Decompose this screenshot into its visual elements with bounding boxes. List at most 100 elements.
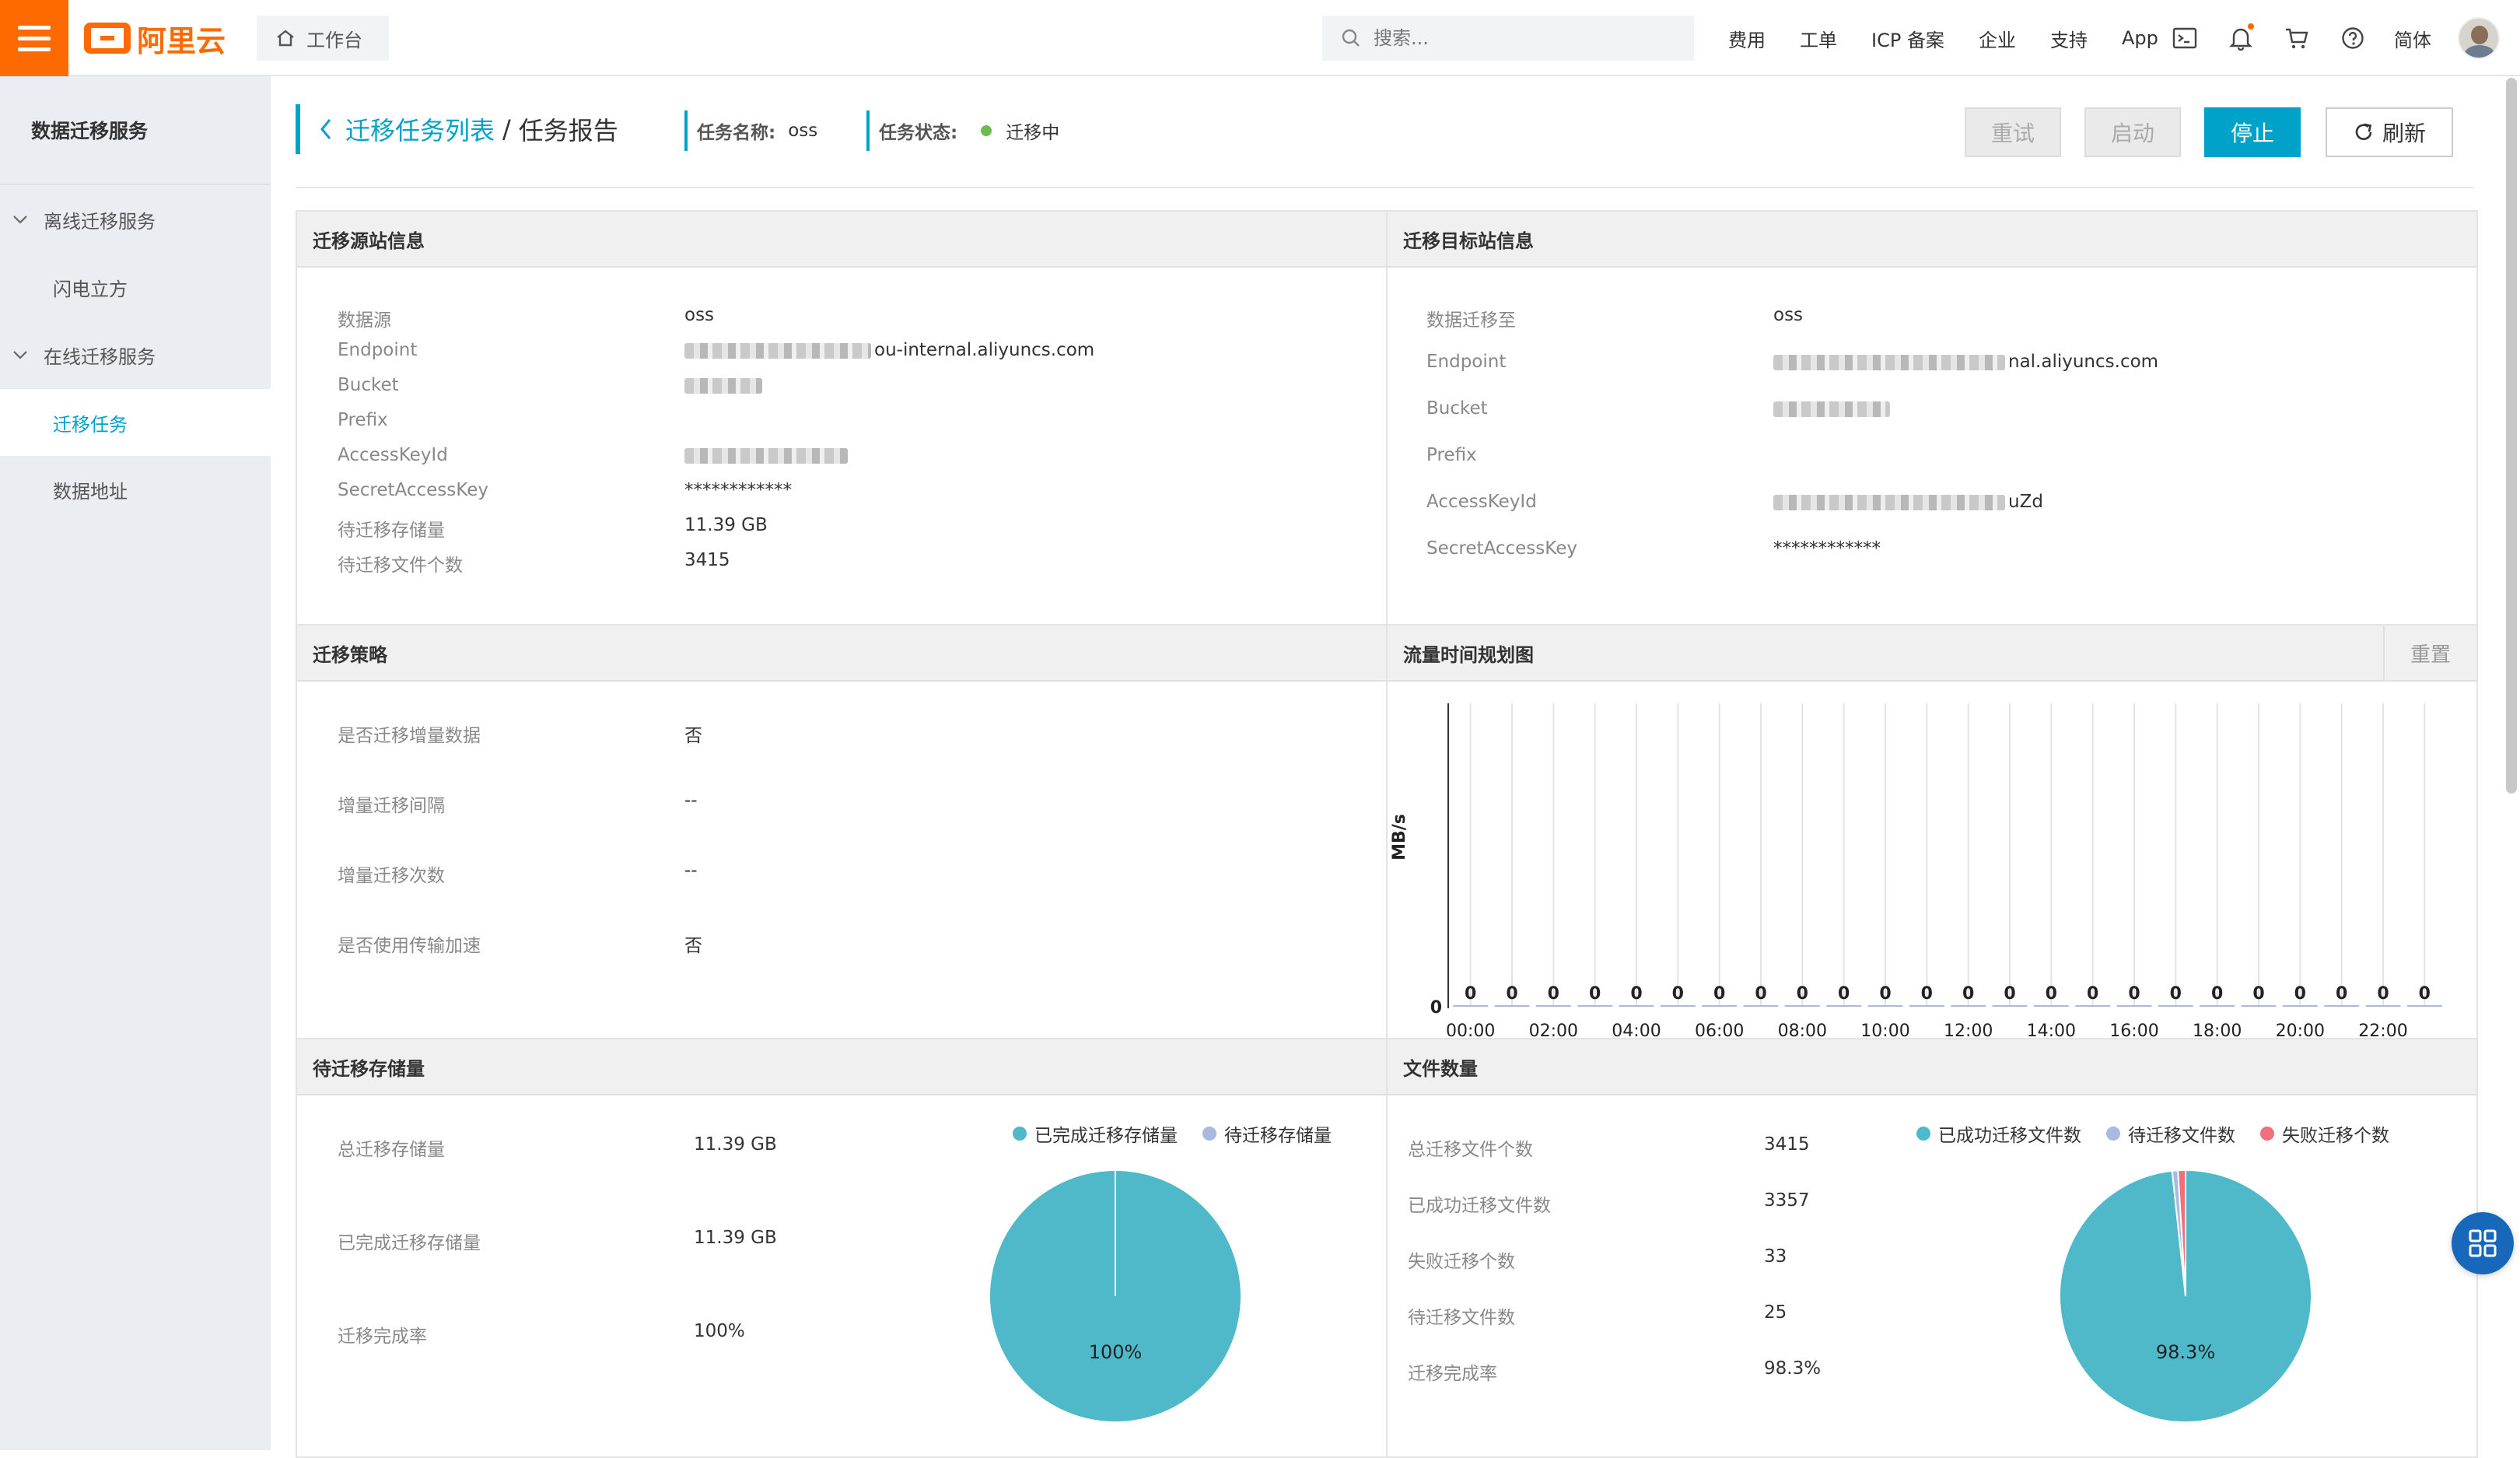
info-value: -- (684, 790, 698, 811)
chart-bar (1951, 1005, 1986, 1007)
apps-float-button[interactable] (2452, 1212, 2514, 1274)
info-value: 3415 (1764, 1134, 1810, 1155)
data-label: 0 (1879, 984, 1891, 1004)
data-label: 0 (1589, 984, 1601, 1004)
data-label: 0 (1672, 984, 1684, 1004)
task-name-value: oss (788, 121, 818, 141)
retry-button[interactable]: 重试 (1965, 107, 2061, 157)
redacted-value (684, 447, 848, 464)
search-input[interactable] (1374, 27, 1669, 49)
info-key: 已成功迁移文件数 (1408, 1196, 1551, 1216)
chart-bar (1826, 1005, 1862, 1007)
page-title: 任务报告 (518, 116, 618, 145)
files-panel: 文件数量 总迁移文件个数 3415 已成功迁移文件数 3357 失败迁移个数 33 待迁移文… (1386, 1038, 2478, 1458)
panel-title: 流量时间规划图 重置 (1388, 626, 2476, 682)
bell-icon[interactable] (2226, 23, 2256, 53)
language-switch[interactable]: 简体 (2394, 25, 2431, 52)
files-legend: 已成功迁移文件数 待迁移文件数 失败迁移个数 (1916, 1120, 2389, 1147)
chart-bar (1784, 1005, 1820, 1007)
data-label: 0 (1962, 984, 1974, 1004)
main-content: 迁移任务列表 / 任务报告 任务名称: oss 任务状态: 迁移中 重试 启动 … (271, 76, 2520, 1458)
info-value: nal.aliyuncs.com (1773, 352, 2158, 372)
legend-label: 已完成迁移存储量 (1034, 1126, 1178, 1146)
strategy-panel: 迁移策略 是否迁移增量数据否增量迁移间隔 -- 增量迁移次数 -- 是否使用传输加速否 (296, 624, 1388, 1039)
nav-link-app[interactable]: App (2122, 27, 2158, 49)
pie-label: 100% (1089, 1341, 1143, 1363)
data-label: 0 (1797, 984, 1808, 1004)
legend-swatch (2260, 1127, 2274, 1141)
panel-title: 迁移目标站信息 (1388, 212, 2476, 268)
legend-swatch (2106, 1127, 2120, 1141)
menu-icon[interactable] (0, 0, 68, 76)
sidebar: 数据迁移服务 离线迁移服务 闪电立方 在线迁移服务 迁移任务 数据地址 (0, 76, 271, 1450)
info-value: 11.39 GB (694, 1228, 777, 1248)
breadcrumb-back-link[interactable]: 迁移任务列表 (317, 111, 495, 147)
info-key: 数据迁移至 (1426, 310, 1516, 331)
refresh-button[interactable]: 刷新 (2326, 107, 2453, 157)
search-box[interactable] (1322, 16, 1694, 61)
legend-item[interactable]: 已成功迁移文件数 (1916, 1120, 2081, 1147)
start-button[interactable]: 启动 (2084, 107, 2181, 157)
sidebar-item-lightning-cube[interactable]: 闪电立方 (0, 254, 271, 321)
sidebar-group-offline[interactable]: 离线迁移服务 (0, 185, 271, 254)
search-icon (1342, 29, 1360, 47)
chart-bar (1702, 1005, 1738, 1007)
x-tick-label: 08:00 (1778, 1022, 1827, 1039)
chevron-down-icon (13, 216, 27, 224)
nav-link-fees[interactable]: 费用 (1728, 25, 1766, 52)
info-key: SecretAccessKey (1426, 538, 1577, 559)
aliyun-logo[interactable]: 阿里云 (84, 17, 226, 59)
task-name-label: 任务名称: (697, 123, 776, 143)
y-tick-label: 0 (1430, 998, 1442, 1018)
workbench-button[interactable]: 工作台 (257, 16, 389, 61)
pie-label: 98.3% (2156, 1341, 2215, 1363)
legend-item[interactable]: 已完成迁移存储量 (1013, 1120, 1178, 1147)
stop-button[interactable]: 停止 (2204, 107, 2301, 157)
data-label: 0 (2336, 984, 2347, 1004)
cart-icon[interactable] (2282, 23, 2312, 53)
help-icon[interactable] (2338, 23, 2368, 53)
info-key: 是否使用传输加速 (338, 936, 481, 956)
traffic-title: 流量时间规划图 (1403, 643, 1534, 666)
legend-swatch (1916, 1127, 1930, 1141)
x-tick-label: 02:00 (1529, 1022, 1578, 1039)
sidebar-group-label: 在线迁移服务 (44, 345, 156, 368)
data-label: 0 (2419, 984, 2431, 1004)
logo-text: 阿里云 (137, 23, 226, 58)
sidebar-item-data-address[interactable]: 数据地址 (0, 456, 271, 523)
sidebar-group-online[interactable]: 在线迁移服务 (0, 321, 271, 389)
legend-item[interactable]: 失败迁移个数 (2260, 1120, 2389, 1147)
nav-link-ticket[interactable]: 工单 (1800, 25, 1837, 52)
info-key: AccessKeyId (1426, 492, 1537, 512)
nav-link-support[interactable]: 支持 (2050, 25, 2088, 52)
info-key: Endpoint (338, 340, 418, 360)
redacted-value (1773, 354, 2005, 370)
legend-item[interactable]: 待迁移存储量 (1202, 1120, 1332, 1147)
info-key: 待迁移文件数 (1408, 1308, 1515, 1328)
meta-accent (866, 110, 870, 151)
breadcrumb-separator: / (502, 114, 511, 144)
info-key: AccessKeyId (338, 445, 448, 465)
reset-button[interactable]: 重置 (2383, 626, 2476, 680)
nav-link-icp[interactable]: ICP 备案 (1871, 25, 1944, 52)
chart-bar (2324, 1005, 2360, 1007)
data-label: 0 (1838, 984, 1850, 1004)
sidebar-item-migration-task[interactable]: 迁移任务 (0, 389, 271, 456)
legend-item[interactable]: 待迁移文件数 (2106, 1120, 2235, 1147)
top-navbar: 阿里云 工作台 费用 工单 ICP 备案 企业 支持 App 简体 (0, 0, 2520, 76)
chart-bar (1743, 1005, 1779, 1007)
info-value-text: ou-internal.aliyuncs.com (874, 340, 1095, 360)
nav-link-enterprise[interactable]: 企业 (1979, 25, 2016, 52)
data-label: 0 (2046, 984, 2057, 1004)
info-key: Bucket (338, 375, 399, 395)
storage-pie-chart: 100% (989, 1169, 1242, 1423)
terminal-icon[interactable] (2170, 23, 2200, 53)
avatar[interactable] (2458, 17, 2500, 59)
sidebar-group-label: 离线迁移服务 (44, 210, 156, 233)
scrollbar[interactable] (2506, 78, 2517, 794)
breadcrumb: 迁移任务列表 / 任务报告 (296, 104, 618, 154)
data-label: 0 (2128, 984, 2140, 1004)
info-key: 迁移完成率 (1408, 1364, 1497, 1384)
task-status-value: 迁移中 (1006, 123, 1060, 143)
data-label: 0 (2170, 984, 2182, 1004)
